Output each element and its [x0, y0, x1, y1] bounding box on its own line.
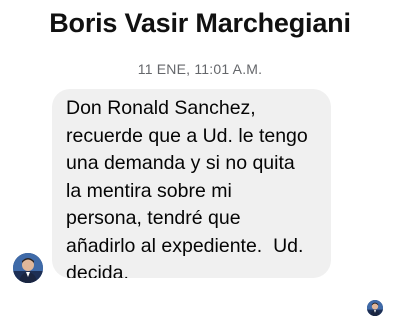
seen-avatar-icon	[367, 300, 383, 316]
sender-avatar-icon[interactable]	[13, 253, 43, 283]
message-timestamp: 11 ENE, 11:01 A.M.	[137, 61, 263, 77]
message-bubble[interactable]: Don Ronald Sanchez, recuerde que a Ud. l…	[52, 89, 331, 278]
contact-name: Boris Vasir Marchegiani	[49, 8, 351, 38]
